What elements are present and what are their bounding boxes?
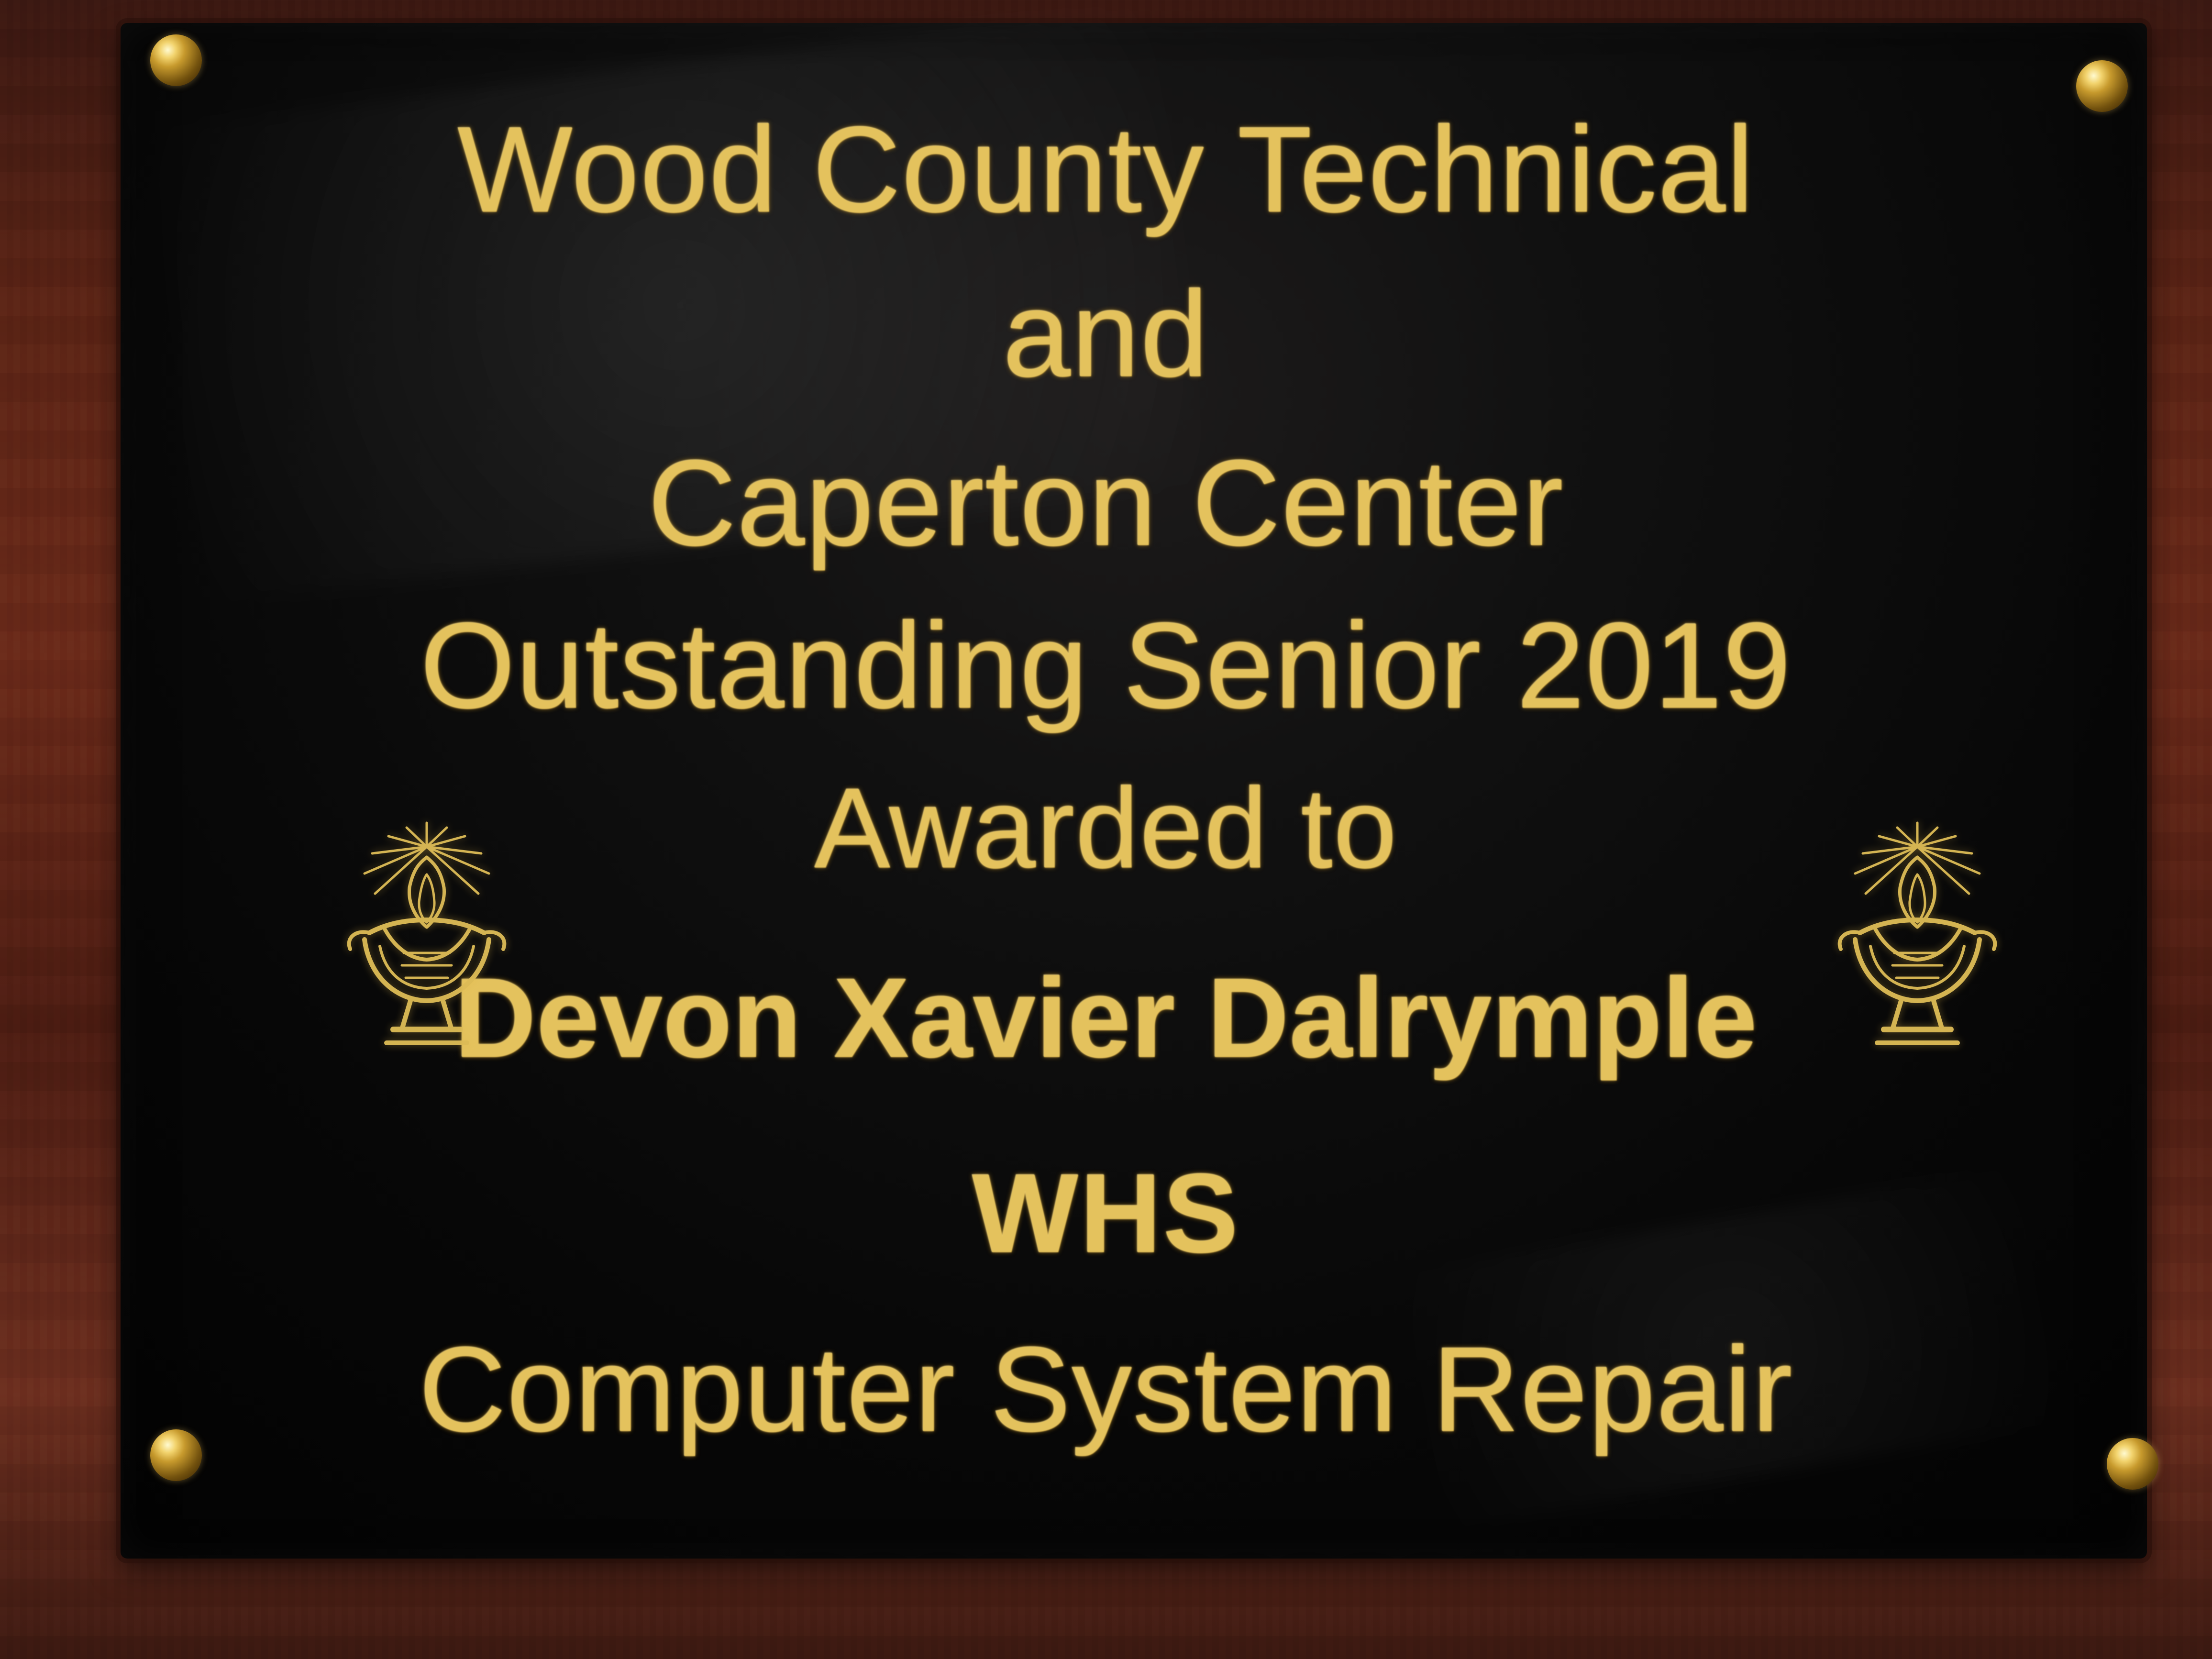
conjunction-text: and bbox=[1003, 266, 1209, 402]
brass-screw-icon bbox=[150, 34, 202, 86]
school-abbreviation: WHS bbox=[972, 1150, 1240, 1276]
center-name: Caperton Center bbox=[648, 435, 1564, 571]
award-title: Outstanding Senior 2019 bbox=[420, 597, 1792, 734]
program-name: Computer System Repair bbox=[419, 1322, 1793, 1457]
institution-name: Wood County Technical bbox=[457, 101, 1755, 238]
lamp-of-knowledge-icon bbox=[1783, 813, 2051, 1081]
lamp-of-knowledge-icon bbox=[293, 813, 561, 1081]
